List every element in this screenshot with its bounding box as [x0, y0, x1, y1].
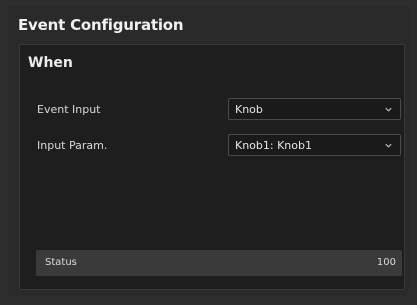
status-bar: Status 100 — [36, 250, 402, 276]
event-configuration-window: Event Configuration When Event Input Kno… — [8, 6, 409, 296]
when-panel: When Event Input Knob Input Param. Knob1… — [19, 44, 405, 290]
input-param-value: Knob1: Knob1 — [235, 139, 312, 152]
input-param-select[interactable]: Knob1: Knob1 — [228, 134, 401, 156]
window-title: Event Configuration — [18, 16, 184, 34]
event-input-label: Event Input — [37, 103, 101, 116]
input-param-label: Input Param. — [37, 139, 108, 152]
event-input-value: Knob — [235, 103, 263, 116]
chevron-down-icon — [385, 107, 392, 112]
event-input-select[interactable]: Knob — [228, 98, 401, 120]
chevron-down-icon — [385, 143, 392, 148]
status-label: Status — [45, 257, 77, 268]
section-title: When — [28, 55, 73, 71]
status-value: 100 — [376, 257, 396, 268]
